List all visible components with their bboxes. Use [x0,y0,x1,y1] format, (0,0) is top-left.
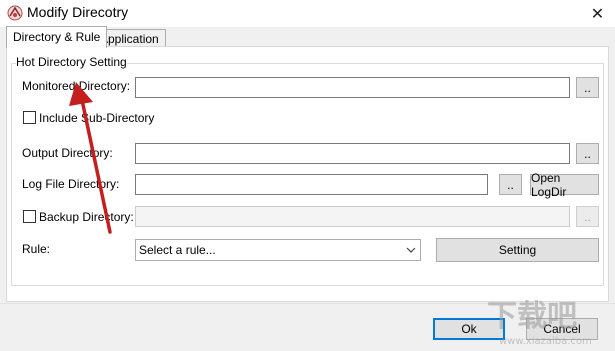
include-subdirectory-label: Include Sub-Directory [39,111,155,125]
group-label: Hot Directory Setting [16,55,127,69]
backup-directory-input[interactable] [135,206,570,227]
rule-selected-value: Select a rule... [139,243,216,257]
log-file-browse-button[interactable]: .. [499,174,522,195]
close-icon: ✕ [590,4,605,23]
monitored-directory-input[interactable] [135,77,570,98]
rule-label: Rule: [22,242,51,256]
include-subdirectory-checkbox[interactable] [23,111,36,124]
watermark-logo: 下载吧 www.xiazaiba.com [485,290,613,348]
backup-directory-label: Backup Directory: [39,210,134,224]
svg-text:下载吧: 下载吧 [487,299,577,334]
app-icon [7,5,23,21]
backup-directory-checkbox[interactable] [23,210,36,223]
monitored-browse-button[interactable]: .. [576,77,599,98]
open-logdir-button[interactable]: Open LogDir [530,171,599,199]
chevron-down-icon [406,247,416,253]
log-file-directory-label: Log File Directory: [22,177,120,191]
rule-select[interactable]: Select a rule... [135,239,421,261]
monitored-directory-label: Monitored Directory: [22,79,131,93]
window-title: Modify Direcotry [27,4,129,20]
close-button[interactable]: ✕ [580,0,615,27]
tab-directory-rule[interactable]: Directory & Rule [6,26,108,48]
svg-text:www.xiazaiba.com: www.xiazaiba.com [499,336,592,347]
log-file-directory-input[interactable] [135,174,488,195]
setting-button[interactable]: Setting [436,238,599,262]
output-directory-label: Output Directory: [22,146,113,160]
output-browse-button[interactable]: .. [576,143,599,164]
output-directory-input[interactable] [135,143,570,164]
backup-browse-button[interactable]: .. [576,206,599,227]
